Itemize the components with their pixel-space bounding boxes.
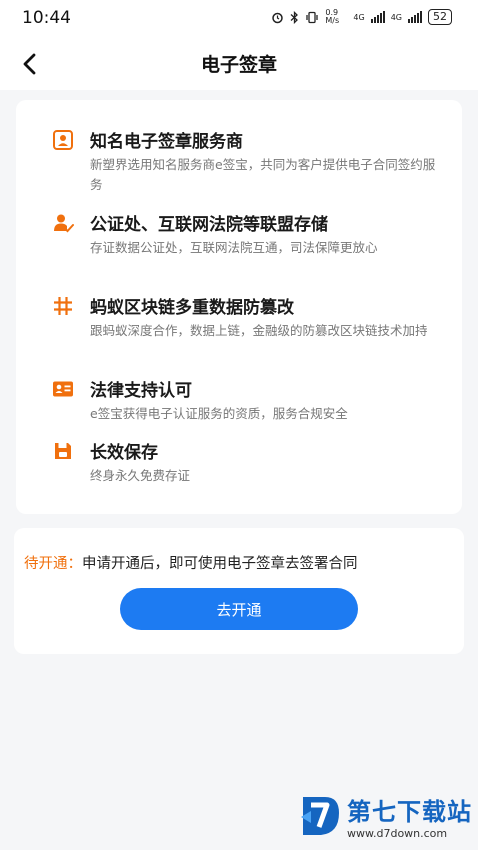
status-time: 10:44 (22, 8, 71, 28)
feature-title: 公证处、互联网法院等联盟存储 (90, 215, 328, 235)
hash-icon (54, 297, 72, 315)
feature-desc: 终身永久免费存证 (90, 468, 191, 483)
feature-desc: 新塑界选用知名服务商e签宝，共同为客户提供电子合同签约服务 (90, 157, 436, 192)
feature-card: 知名电子签章服务商 新塑界选用知名服务商e签宝，共同为客户提供电子合同签约服务 … (16, 100, 462, 514)
feature-desc: e签宝获得电子认证服务的资质，服务合规安全 (90, 406, 348, 421)
nav-bar: 电子签章 (0, 36, 478, 90)
bluetooth-icon (290, 10, 299, 24)
battery-indicator: 52 (428, 9, 452, 25)
watermark-url: www.d7down.com (347, 827, 448, 840)
license-card-icon (53, 381, 73, 397)
watermark-name: 第七下载站 (347, 798, 472, 826)
status-icons: 0.9 M/s 4G 4G 52 (271, 9, 452, 25)
sim1-label: 4G (353, 12, 365, 22)
activation-card: 待开通：申请开通后，即可使用电子签章去签署合同 去开通 (14, 528, 464, 654)
status-text: 申请开通后，即可使用电子签章去签署合同 (82, 556, 358, 572)
feature-desc: 存证数据公证处，互联网法院互通，司法保障更放心 (90, 240, 378, 255)
signal-strength-icon-2 (408, 11, 422, 23)
feature-title: 长效保存 (90, 443, 158, 463)
vibrate-icon (306, 11, 319, 23)
activation-status: 待开通：申请开通后，即可使用电子签章去签署合同 (24, 552, 358, 573)
feature-title: 法律支持认可 (90, 381, 192, 401)
feature-title: 知名电子签章服务商 (90, 132, 243, 152)
user-check-icon (54, 214, 74, 233)
net-speed: 0.9 M/s (325, 8, 340, 25)
feature-title: 蚂蚁区块链多重数据防篡改 (90, 298, 294, 318)
save-icon (55, 443, 71, 459)
page-title: 电子签章 (200, 54, 277, 76)
watermark-logo-icon (301, 797, 339, 835)
activate-button[interactable]: 去开通 (120, 588, 358, 630)
alarm-icon (272, 12, 284, 23)
sim2-label: 4G (390, 12, 402, 22)
id-card-icon (53, 130, 73, 150)
signal-strength-icon (370, 11, 385, 23)
watermark: 第七下载站 www.d7down.com (297, 792, 472, 840)
status-bar: 10:44 0.9 M/s 4G 4G 52 (0, 0, 478, 36)
status-label: 待开通： (24, 556, 82, 572)
feature-desc: 跟蚂蚁深度合作，数据上链，金融级的防篡改区块链技术加持 (90, 323, 428, 338)
